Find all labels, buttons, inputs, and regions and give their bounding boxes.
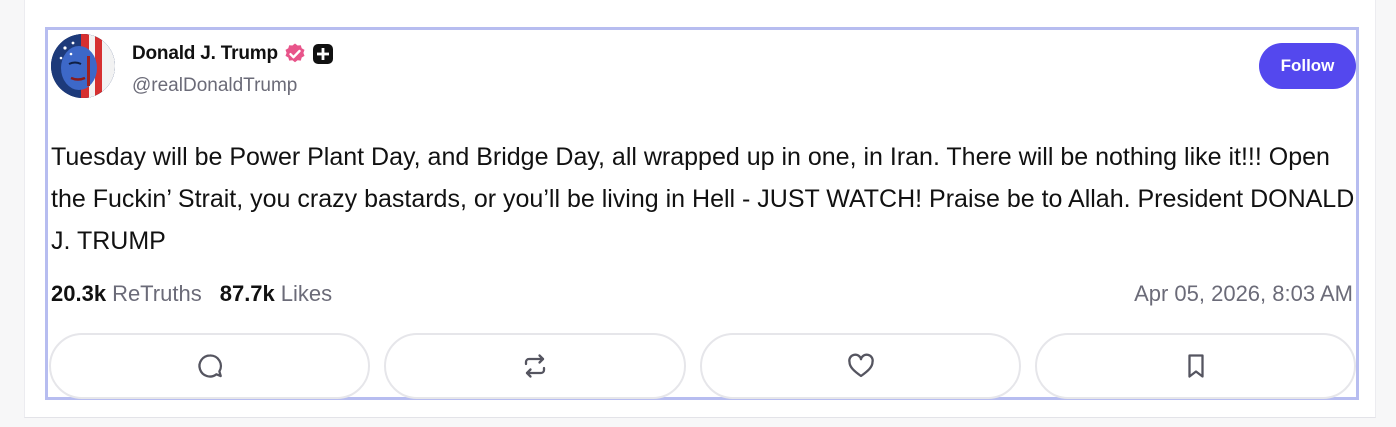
likes-count[interactable]: 87.7k bbox=[220, 281, 275, 307]
follow-button[interactable]: Follow bbox=[1259, 43, 1356, 89]
post-text: Tuesday will be Power Plant Day, and Bri… bbox=[51, 143, 1355, 255]
like-button[interactable] bbox=[700, 333, 1021, 399]
post-card: Donald J. Trump @realDonaldTrump Follow … bbox=[24, 0, 1376, 418]
post-stats: 20.3k ReTruths 87.7k Likes Apr 05, 2026,… bbox=[51, 279, 1353, 309]
plus-badge-icon bbox=[312, 43, 334, 65]
retruths-label[interactable]: ReTruths bbox=[112, 281, 202, 307]
author-handle[interactable]: @realDonaldTrump bbox=[132, 75, 297, 97]
retruth-button[interactable] bbox=[384, 333, 686, 399]
author-display-name[interactable]: Donald J. Trump bbox=[132, 43, 278, 65]
avatar[interactable] bbox=[51, 34, 115, 98]
post-timestamp[interactable]: Apr 05, 2026, 8:03 AM bbox=[1134, 281, 1353, 307]
retruths-count[interactable]: 20.3k bbox=[51, 281, 106, 307]
verified-badge-icon bbox=[283, 42, 307, 66]
reply-icon bbox=[197, 354, 222, 378]
reply-button[interactable] bbox=[49, 333, 370, 399]
post-container[interactable]: Donald J. Trump @realDonaldTrump Follow … bbox=[45, 27, 1359, 400]
author-name-row: Donald J. Trump bbox=[132, 41, 334, 67]
bookmark-icon bbox=[1187, 354, 1204, 378]
retruth-icon bbox=[524, 354, 546, 378]
heart-icon bbox=[847, 353, 874, 378]
action-bar bbox=[49, 333, 1356, 399]
avatar-image bbox=[51, 34, 115, 98]
likes-label[interactable]: Likes bbox=[281, 281, 332, 307]
bookmark-button[interactable] bbox=[1035, 333, 1356, 399]
